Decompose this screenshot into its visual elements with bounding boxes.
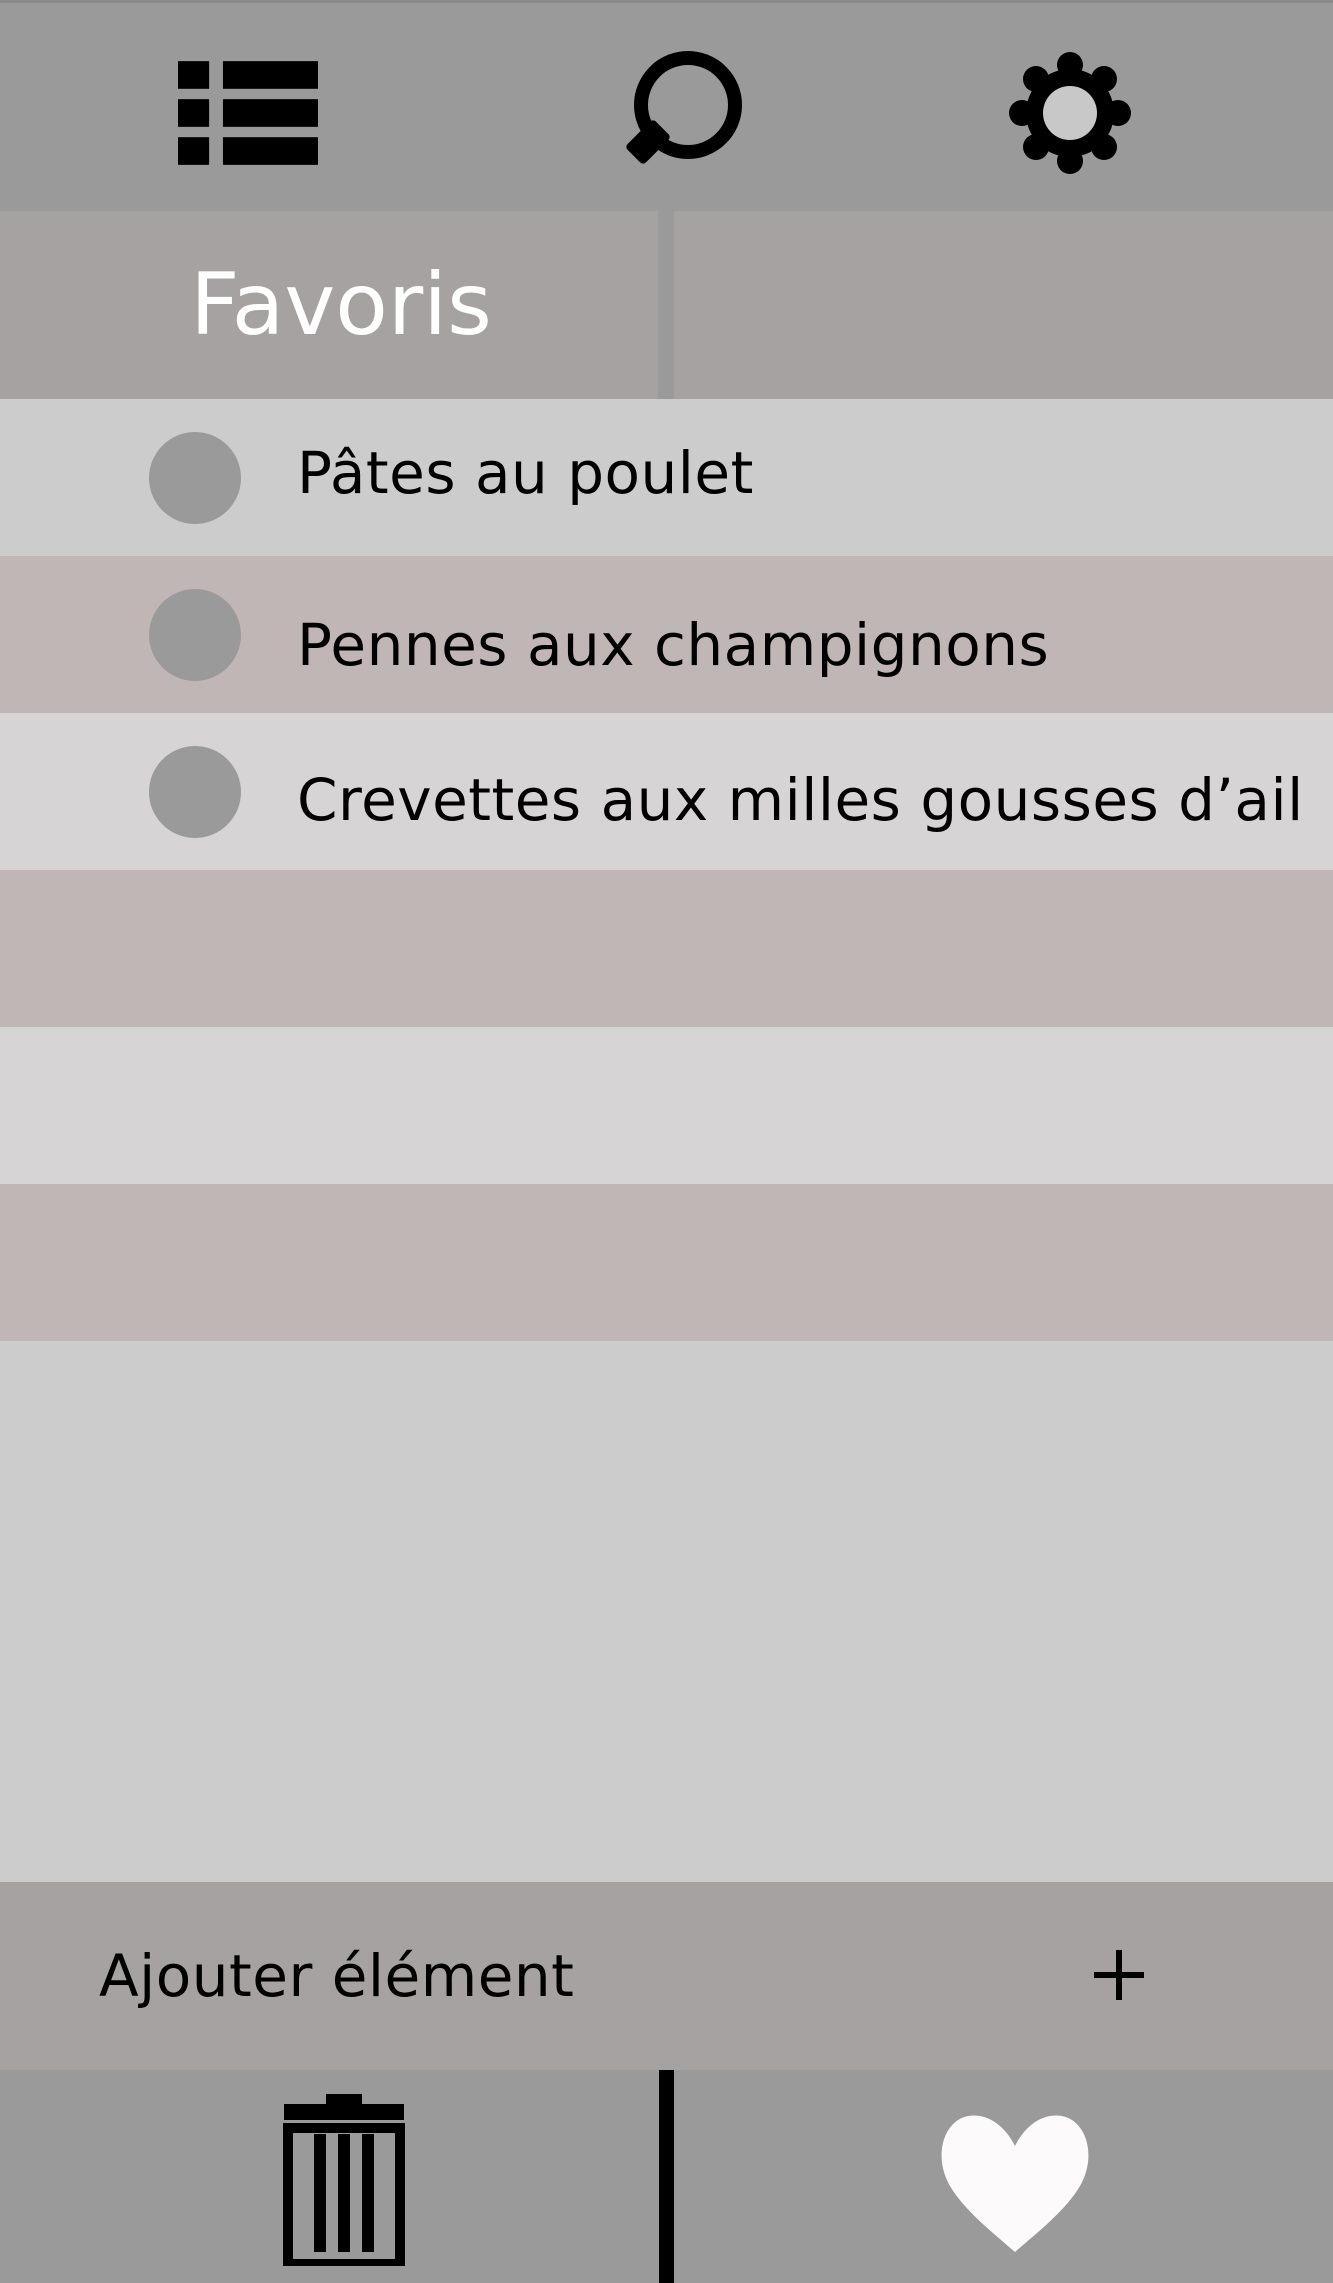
gear-icon [1009,52,1131,174]
list-item[interactable]: Crevettes aux milles gousses d’ail [0,713,1333,870]
select-circle-icon[interactable] [149,746,241,838]
search-button[interactable] [610,43,750,183]
tab-secondary[interactable] [674,211,1333,399]
empty-list-row [0,1027,1333,1184]
tab-bar: Favoris [0,211,1333,399]
add-item-label: Ajouter élément [99,1942,575,2010]
add-item-bar[interactable]: Ajouter élément [0,1882,1333,2070]
tab-divider [658,211,674,399]
list-item-label: Pâtes au poulet [297,438,754,507]
trash-icon[interactable] [282,2094,406,2266]
list-item[interactable]: Pennes aux champignons [0,556,1333,713]
heart-icon[interactable] [940,2110,1090,2255]
list-icon [178,61,318,165]
tab-favorites[interactable]: Favoris [0,211,658,399]
select-circle-icon[interactable] [149,432,241,524]
list-item[interactable]: Pâtes au poulet [0,399,1333,556]
select-circle-icon[interactable] [149,589,241,681]
bottom-toolbar [0,2070,1333,2283]
bottom-divider [659,2070,674,2283]
list-item-label: Crevettes aux milles gousses d’ail [297,765,1304,834]
empty-list-row [0,870,1333,1027]
empty-list-row [0,1184,1333,1341]
top-toolbar [0,0,1333,211]
plus-icon[interactable] [1084,1940,1154,2010]
settings-button[interactable] [1000,43,1140,183]
favorites-list: Pâtes au poulet Pennes aux champignons C… [0,399,1333,1341]
tab-favorites-label: Favoris [190,255,492,355]
list-button[interactable] [178,43,318,183]
search-icon [626,51,742,164]
list-item-label: Pennes aux champignons [297,610,1050,679]
